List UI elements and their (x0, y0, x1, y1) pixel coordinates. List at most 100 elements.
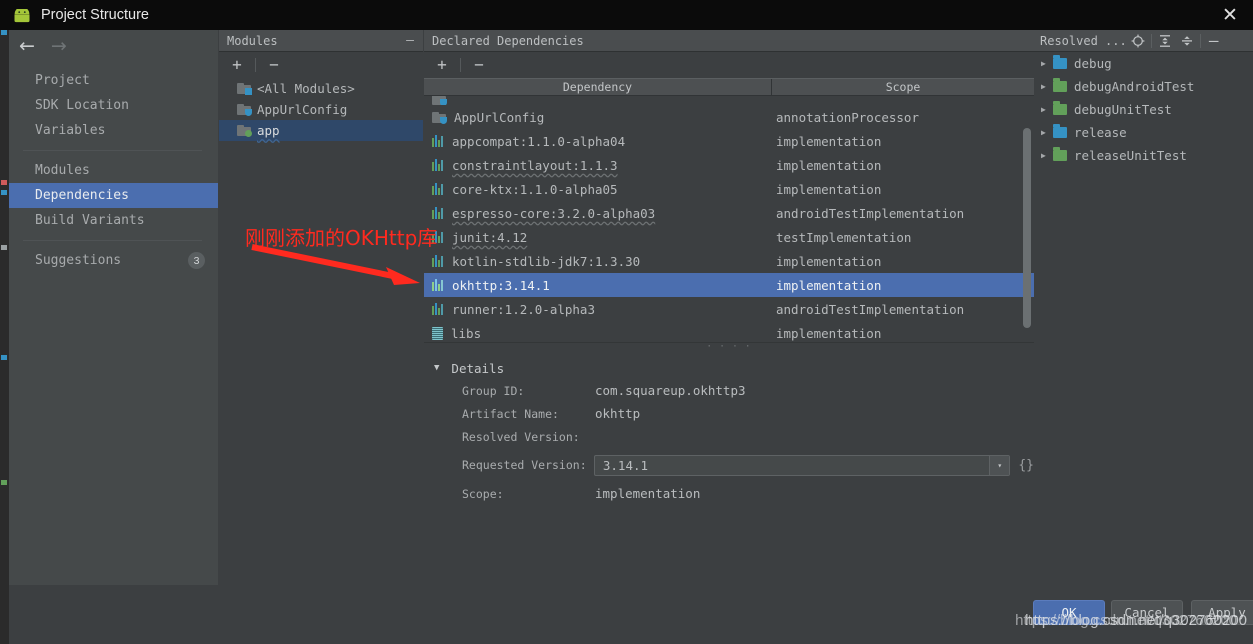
expand-collapse-icon[interactable]: ▼ (434, 363, 439, 373)
dialog-button-bar: OK Cancel Apply (9, 585, 1253, 644)
column-header-dependency[interactable]: Dependency (424, 79, 772, 95)
requested-version-value: 3.14.1 (602, 457, 649, 473)
collapse-all-icon[interactable] (1176, 32, 1198, 50)
dependency-name: okhttp:3.14.1 (452, 277, 550, 293)
dependency-name-cell: kotlin-stdlib-jdk7:1.3.30 (424, 254, 772, 269)
table-row[interactable]: appcompat:1.1.0-alpha04 implementation (424, 129, 1034, 153)
add-module-button[interactable]: + (227, 56, 247, 74)
dependency-scope: implementation (776, 253, 882, 269)
dependency-name-cell: okhttp:3.14.1 (424, 278, 772, 293)
title-bar: Project Structure ✕ (0, 0, 1253, 30)
variant-folder-icon (1053, 124, 1067, 138)
module-row-all-modules[interactable]: <All Modules> (219, 78, 423, 99)
table-row-selected-okhttp[interactable]: okhttp:3.14.1 implementation (424, 273, 1034, 297)
minimize-icon[interactable]: — (1203, 31, 1225, 50)
chevron-right-icon[interactable]: ▶ (1041, 82, 1053, 91)
sidebar-divider (23, 150, 202, 151)
chevron-right-icon[interactable]: ▶ (1041, 151, 1053, 160)
details-header[interactable]: ▼ Details (424, 357, 1034, 379)
sidebar-item-label: Modules (35, 163, 90, 178)
table-row[interactable]: core-ktx:1.1.0-alpha05 implementation (424, 177, 1034, 201)
variant-folder-icon (1053, 78, 1067, 92)
header-divider (1199, 33, 1201, 48)
dependency-name: kotlin-stdlib-jdk7:1.3.30 (452, 253, 641, 269)
sidebar-item-dependencies[interactable]: Dependencies (9, 183, 218, 208)
dependency-name-cell: AppUrlConfig (424, 110, 772, 125)
navigation-arrows: ← → (9, 30, 218, 62)
sidebar-item-label: Variables (35, 123, 106, 138)
table-row[interactable]: junit:4.12 testImplementation (424, 225, 1034, 249)
sidebar-item-project[interactable]: Project (9, 68, 218, 93)
library-icon (432, 303, 444, 315)
library-icon (432, 231, 444, 243)
resolved-row-debugunittest[interactable]: ▶ debugUnitTest (1034, 98, 1253, 121)
dependency-name: constraintlayout:1.1.3 (452, 157, 618, 173)
apply-button[interactable]: Apply (1191, 600, 1253, 625)
dependencies-scrollbar[interactable] (1023, 106, 1031, 334)
detail-label: Group ID: (462, 383, 525, 398)
table-row[interactable]: constraintlayout:1.1.3 implementation (424, 153, 1034, 177)
table-row[interactable]: libs implementation (424, 321, 1034, 342)
chevron-right-icon[interactable]: ▶ (1041, 128, 1053, 137)
resolved-row-label: debugUnitTest (1074, 102, 1172, 117)
table-row[interactable] (424, 96, 1034, 105)
panel-splitter[interactable]: · · · · (424, 342, 1034, 352)
table-row[interactable]: kotlin-stdlib-jdk7:1.3.30 implementation (424, 249, 1034, 273)
jar-file-icon (432, 326, 443, 340)
detail-value: okhttp (595, 406, 641, 421)
variable-brace-icon[interactable]: {} (1018, 458, 1034, 473)
sidebar-item-sdk-location[interactable]: SDK Location (9, 93, 218, 118)
chevron-right-icon[interactable]: ▶ (1041, 59, 1053, 68)
resolved-row-label: debugAndroidTest (1074, 79, 1195, 94)
variant-folder-icon (1053, 147, 1067, 161)
resolved-row-debug[interactable]: ▶ debug (1034, 52, 1253, 75)
expand-all-icon[interactable] (1154, 32, 1176, 50)
resolved-row-releaseunittest[interactable]: ▶ releaseUnitTest (1034, 144, 1253, 167)
edge-mark (1, 30, 7, 35)
chevron-down-icon[interactable]: ▾ (989, 455, 1010, 475)
resolved-panel-header: Resolved ... — (1034, 30, 1253, 52)
detail-row-artifact-name: Artifact Name: okhttp (424, 402, 1034, 425)
resolved-panel-title: Resolved ... (1040, 33, 1127, 48)
back-arrow-icon[interactable]: ← (19, 36, 35, 56)
module-folder-icon (432, 111, 447, 124)
remove-dependency-button[interactable]: − (469, 56, 489, 74)
dependency-name-cell (424, 96, 772, 105)
column-header-scope[interactable]: Scope (772, 79, 1034, 95)
detail-row-scope: Scope: implementation (424, 482, 1034, 505)
sidebar-item-variables[interactable]: Variables (9, 118, 218, 143)
remove-module-button[interactable]: − (264, 56, 284, 74)
requested-version-combobox[interactable]: 3.14.1 ▾ (593, 454, 1011, 476)
dependency-name: core-ktx:1.1.0-alpha05 (452, 181, 618, 197)
add-dependency-button[interactable]: + (432, 56, 452, 74)
dependency-scope: testImplementation (776, 229, 912, 245)
dependency-scope: implementation (776, 325, 882, 341)
chevron-right-icon[interactable]: ▶ (1041, 105, 1053, 114)
sidebar-item-modules[interactable]: Modules (9, 158, 218, 183)
scrollbar-thumb[interactable] (1023, 128, 1031, 328)
table-row[interactable]: AppUrlConfig annotationProcessor (424, 105, 1034, 129)
minimize-icon[interactable]: — (406, 34, 414, 47)
modules-panel: Modules — + − <All Modules> AppUrlConfig (219, 30, 423, 585)
module-row-appurlconfig[interactable]: AppUrlConfig (219, 99, 423, 120)
dependency-name-cell: constraintlayout:1.1.3 (424, 158, 772, 173)
table-row[interactable]: runner:1.2.0-alpha3 androidTestImplement… (424, 297, 1034, 321)
cancel-button[interactable]: Cancel (1111, 600, 1183, 625)
dependency-scope: androidTestImplementation (776, 205, 965, 221)
target-icon[interactable] (1127, 32, 1149, 50)
library-icon (432, 159, 444, 171)
edge-mark (1, 355, 7, 360)
resolved-row-debugandroidtest[interactable]: ▶ debugAndroidTest (1034, 75, 1253, 98)
module-row-app[interactable]: app (219, 120, 423, 141)
forward-arrow-icon[interactable]: → (51, 36, 67, 56)
close-icon[interactable]: ✕ (1207, 0, 1253, 30)
resolved-row-release[interactable]: ▶ release (1034, 121, 1253, 144)
edge-mark (1, 190, 7, 195)
dependency-name: AppUrlConfig (454, 109, 545, 125)
sidebar-item-build-variants[interactable]: Build Variants (9, 208, 218, 233)
dependency-name: espresso-core:3.2.0-alpha03 (452, 205, 656, 221)
sidebar-item-suggestions[interactable]: Suggestions 3 (9, 248, 218, 273)
table-row[interactable]: espresso-core:3.2.0-alpha03 androidTestI… (424, 201, 1034, 225)
ok-button[interactable]: OK (1033, 600, 1105, 625)
edge-mark (1, 480, 7, 485)
